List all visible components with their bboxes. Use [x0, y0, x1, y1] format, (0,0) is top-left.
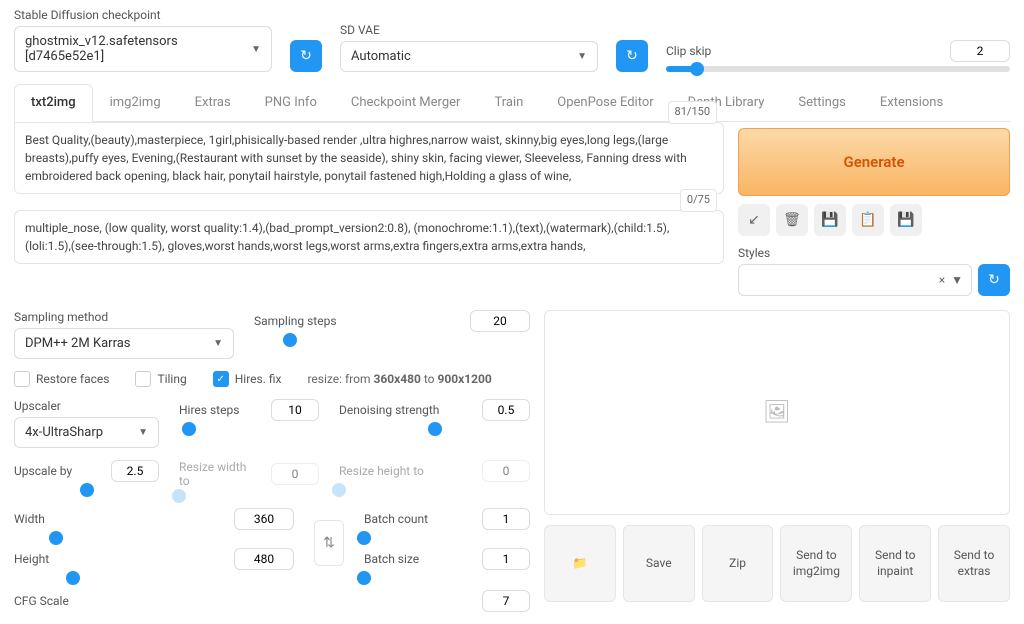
sampling-method-value: DPM++ 2M Karras	[25, 336, 131, 351]
tiling-checkbox[interactable]: Tiling	[135, 371, 186, 387]
checkpoint-value: ghostmix_v12.safetensors [d7465e52e1]	[25, 34, 251, 64]
clip-skip-label: Clip skip	[666, 44, 711, 58]
hires-fix-checkbox[interactable]: ✓Hires. fix	[213, 371, 282, 387]
output-preview: 🖼	[544, 310, 1010, 515]
height-input[interactable]	[234, 548, 294, 570]
resize-height-input[interactable]	[482, 460, 530, 482]
paste-button[interactable]: 📋	[852, 204, 884, 236]
main-tabs: txt2img img2img Extras PNG Info Checkpoi…	[14, 84, 1010, 122]
styles-label: Styles	[738, 246, 1010, 260]
clear-styles[interactable]: ×	[939, 273, 945, 287]
arrow-tool-button[interactable]: ↙	[738, 204, 770, 236]
negative-token-count: 0/75	[680, 189, 717, 212]
positive-prompt[interactable]: 81/150 Best Quality,(beauty),masterpiece…	[14, 122, 724, 194]
generate-button[interactable]: Generate	[738, 128, 1010, 196]
cfg-input[interactable]	[482, 590, 530, 612]
image-placeholder-icon: 🖼	[763, 400, 791, 425]
top-bar: Stable Diffusion checkpoint ghostmix_v12…	[14, 8, 1010, 72]
checkpoint-label: Stable Diffusion checkpoint	[14, 8, 272, 22]
tab-train[interactable]: Train	[477, 84, 540, 121]
width-label: Width	[14, 512, 45, 526]
refresh-vae-button[interactable]: ↻	[616, 40, 648, 72]
hires-steps-input[interactable]	[271, 399, 319, 421]
save-output-button[interactable]: Save	[623, 525, 695, 602]
hires-fix-label: Hires. fix	[235, 372, 282, 386]
vae-label: SD VAE	[340, 23, 598, 37]
tab-settings[interactable]: Settings	[781, 84, 862, 121]
send-to-img2img-button[interactable]: Send to img2img	[780, 525, 852, 602]
positive-token-count: 81/150	[668, 101, 717, 124]
batch-count-label: Batch count	[364, 512, 428, 526]
checkpoint-dropdown[interactable]: ghostmix_v12.safetensors [d7465e52e1] ▼	[14, 26, 272, 72]
chevron-down-icon: ▼	[577, 51, 587, 62]
upscaler-dropdown[interactable]: 4x-UltraSharp ▼	[14, 417, 159, 448]
restore-faces-label: Restore faces	[36, 372, 109, 386]
upscale-by-input[interactable]	[111, 460, 159, 482]
resize-width-input[interactable]	[271, 463, 319, 485]
resize-info: resize: from 360x480 to 900x1200	[307, 372, 491, 386]
width-input[interactable]	[234, 508, 294, 530]
save-style-button[interactable]: 💾	[814, 204, 846, 236]
tab-img2img[interactable]: img2img	[93, 84, 178, 121]
chevron-down-icon: ▼	[951, 273, 963, 287]
upscaler-label: Upscaler	[14, 399, 159, 413]
chevron-down-icon: ▼	[251, 44, 261, 55]
sampling-method-dropdown[interactable]: DPM++ 2M Karras ▼	[14, 328, 234, 359]
prompt-tools: ↙ 🗑 💾 📋 💾	[738, 204, 1010, 236]
sampling-steps-input[interactable]	[470, 310, 530, 332]
clip-skip-input[interactable]	[950, 40, 1010, 62]
tab-checkpoint-merger[interactable]: Checkpoint Merger	[334, 84, 478, 121]
save-button[interactable]: 💾	[890, 204, 922, 236]
open-folder-button[interactable]: 📁	[544, 525, 616, 602]
sampling-method-label: Sampling method	[14, 310, 234, 324]
tab-txt2img[interactable]: txt2img	[14, 84, 93, 122]
send-to-inpaint-button[interactable]: Send to inpaint	[859, 525, 931, 602]
batch-size-label: Batch size	[364, 552, 419, 566]
chevron-down-icon: ▼	[213, 338, 223, 349]
positive-prompt-text: Best Quality,(beauty),masterpiece, 1girl…	[25, 133, 687, 183]
negative-prompt[interactable]: 0/75 multiple_nose, (low quality, worst …	[14, 210, 724, 264]
swap-dimensions-button[interactable]: ⇅	[314, 520, 344, 566]
refresh-styles-button[interactable]: ↻	[978, 264, 1010, 296]
resize-width-label: Resize width to	[179, 460, 259, 488]
tab-extras[interactable]: Extras	[178, 84, 248, 121]
resize-height-label: Resize height to	[339, 464, 424, 478]
negative-prompt-text: multiple_nose, (low quality, worst quali…	[25, 221, 669, 253]
vae-value: Automatic	[351, 49, 411, 64]
chevron-down-icon: ▼	[138, 427, 148, 438]
denoising-label: Denoising strength	[339, 403, 439, 417]
send-to-extras-button[interactable]: Send to extras	[938, 525, 1010, 602]
restore-faces-checkbox[interactable]: Restore faces	[14, 371, 109, 387]
denoising-input[interactable]	[482, 399, 530, 421]
cfg-label: CFG Scale	[14, 594, 69, 608]
upscaler-value: 4x-UltraSharp	[25, 425, 103, 440]
tab-openpose[interactable]: OpenPose Editor	[540, 84, 670, 121]
styles-dropdown[interactable]: × ▼	[738, 264, 972, 296]
tab-extensions[interactable]: Extensions	[863, 84, 960, 121]
batch-size-input[interactable]	[482, 548, 530, 570]
refresh-checkpoint-button[interactable]: ↻	[290, 40, 322, 72]
clear-prompt-button[interactable]: 🗑	[776, 204, 808, 236]
zip-output-button[interactable]: Zip	[702, 525, 774, 602]
tiling-label: Tiling	[157, 372, 186, 386]
batch-count-input[interactable]	[482, 508, 530, 530]
sampling-steps-label: Sampling steps	[254, 314, 337, 328]
vae-dropdown[interactable]: Automatic ▼	[340, 41, 598, 72]
clip-skip-slider[interactable]	[666, 66, 1010, 72]
tab-png-info[interactable]: PNG Info	[248, 84, 334, 121]
upscale-by-label: Upscale by	[14, 464, 72, 478]
hires-steps-label: Hires steps	[179, 403, 239, 417]
height-label: Height	[14, 552, 49, 566]
